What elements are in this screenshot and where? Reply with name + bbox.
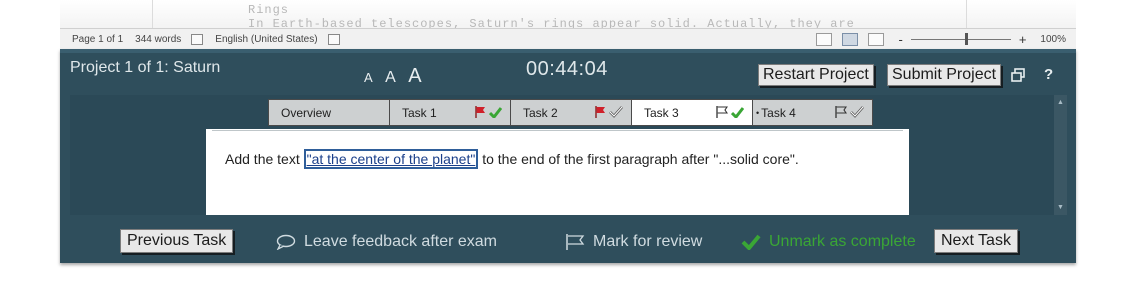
tab-label: Task 2 — [523, 105, 558, 120]
exam-header: Project 1 of 1: Saturn A A A 00:44:04 Re… — [60, 53, 1076, 95]
tab-label: Task 4 — [761, 105, 796, 120]
font-size-controls: A A A — [364, 65, 430, 88]
current-task-marker: • — [756, 107, 760, 118]
task-text-suffix: to the end of the first paragraph after … — [478, 151, 799, 167]
web-layout-icon[interactable] — [868, 32, 885, 46]
task-area: Overview Task 1 Task 2 Task 3 • Task 4 A… — [70, 95, 1054, 215]
restart-project-button[interactable]: Restart Project — [758, 64, 874, 86]
task-tabs: Overview Task 1 Task 2 Task 3 • Task 4 — [268, 99, 873, 126]
project-title: Project 1 of 1: Saturn — [70, 59, 221, 76]
page-edge-right — [966, 0, 967, 28]
document-page-strip: Rings In Earth-based telescopes, Saturn'… — [60, 0, 1076, 28]
review-label: Mark for review — [593, 233, 703, 250]
zoom-slider-thumb[interactable] — [964, 32, 968, 45]
checkmark-icon — [489, 106, 502, 118]
tab-overview[interactable]: Overview — [268, 99, 389, 126]
tab-label: Overview — [281, 105, 332, 120]
exam-footer: Previous Task Leave feedback after exam … — [60, 223, 1076, 259]
copyable-text-highlight[interactable]: "at the center of the planet" — [303, 149, 479, 169]
language-indicator[interactable]: English (United States) — [215, 34, 317, 45]
mark-for-review-button[interactable]: Mark for review — [565, 233, 702, 251]
divider — [212, 130, 903, 131]
word-count[interactable]: 344 words — [135, 34, 181, 45]
restore-window-icon[interactable] — [1011, 68, 1025, 82]
task-instructions-box: Add the text "at the center of the plane… — [206, 129, 909, 215]
scroll-up-icon[interactable]: ▲ — [1057, 99, 1064, 106]
tab-task-2[interactable]: Task 2 — [510, 99, 631, 126]
scroll-down-icon[interactable]: ▼ — [1057, 204, 1064, 211]
tab-label: Task 3 — [644, 105, 679, 120]
task-text-prefix: Add the text — [225, 151, 304, 167]
previous-task-button[interactable]: Previous Task — [120, 229, 234, 253]
task-scrollbar[interactable]: ▲ ▼ — [1054, 95, 1067, 215]
tab-task-1[interactable]: Task 1 — [389, 99, 510, 126]
page-count[interactable]: Page 1 of 1 — [72, 34, 123, 45]
help-button[interactable]: ? — [1044, 66, 1053, 83]
checkmark-icon — [731, 106, 744, 118]
red-flag-icon — [595, 106, 605, 118]
exam-timer: 00:44:04 — [526, 58, 608, 80]
checkmark-outline-icon — [850, 106, 864, 118]
exam-panel: Project 1 of 1: Saturn A A A 00:44:04 Re… — [60, 49, 1076, 263]
feedback-label: Leave feedback after exam — [304, 233, 498, 250]
screen: Rings In Earth-based telescopes, Saturn'… — [0, 0, 1140, 299]
checkmark-outline-icon — [609, 106, 623, 118]
read-mode-icon[interactable] — [816, 32, 833, 46]
document-heading-text[interactable]: Rings — [248, 3, 289, 17]
font-size-small-button[interactable]: A — [364, 70, 373, 85]
font-size-medium-button[interactable]: A — [385, 69, 396, 86]
checkmark-icon — [741, 234, 761, 250]
zoom-out-button[interactable]: - — [898, 32, 902, 47]
complete-label: Unmark as complete — [769, 233, 916, 250]
view-zoom-controls: - + 100% — [816, 29, 1076, 49]
macro-recording-icon[interactable] — [327, 33, 340, 45]
submit-project-button[interactable]: Submit Project — [887, 64, 1002, 86]
zoom-in-button[interactable]: + — [1019, 32, 1027, 47]
red-flag-icon — [475, 106, 485, 118]
font-size-large-button[interactable]: A — [408, 65, 421, 87]
word-status-bar: Page 1 of 1 344 words English (United St… — [60, 28, 1076, 49]
document-body-text[interactable]: In Earth-based telescopes, Saturn's ring… — [248, 17, 855, 28]
flag-outline-icon — [566, 234, 585, 250]
proofing-icon[interactable] — [191, 33, 204, 45]
zoom-slider[interactable] — [910, 32, 1011, 45]
unmark-complete-button[interactable]: Unmark as complete — [741, 233, 916, 251]
leave-feedback-button[interactable]: Leave feedback after exam — [276, 233, 497, 251]
tab-task-4[interactable]: • Task 4 — [752, 99, 873, 126]
print-layout-icon[interactable] — [842, 32, 859, 46]
tab-task-3[interactable]: Task 3 — [631, 99, 752, 126]
page-edge-left — [152, 0, 153, 28]
task-instructions: Add the text "at the center of the plane… — [225, 149, 799, 169]
next-task-button[interactable]: Next Task — [934, 229, 1018, 253]
tab-label: Task 1 — [402, 105, 437, 120]
flag-outline-icon — [835, 106, 847, 118]
flag-outline-icon — [716, 106, 728, 118]
zoom-level[interactable]: 100% — [1040, 34, 1066, 45]
speech-bubble-icon — [276, 234, 296, 250]
